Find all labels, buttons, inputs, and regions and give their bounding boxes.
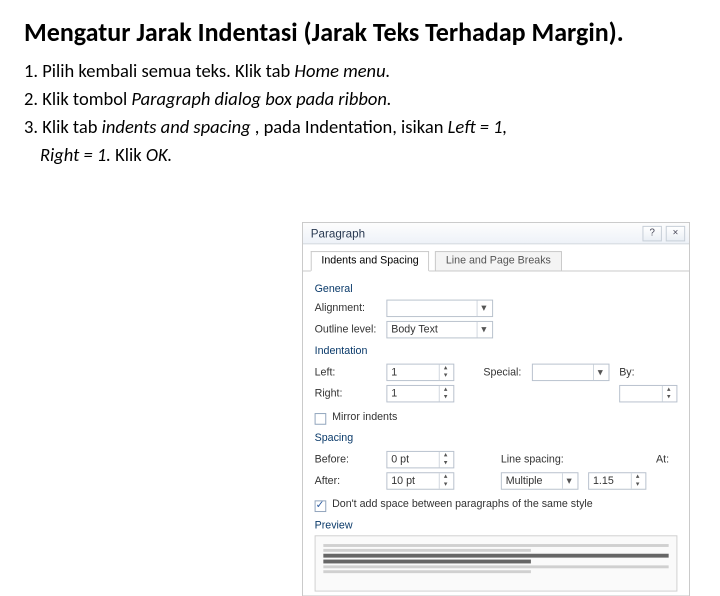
step-3-text-c: Klik: [115, 143, 146, 166]
section-general: General: [315, 283, 678, 295]
left-label: Left:: [315, 367, 387, 379]
chevron-down-icon: ▾: [562, 473, 576, 489]
spinner-icon: ▴▾: [631, 473, 644, 489]
step-3: 3. Klik tab indents and spacing , pada I…: [24, 114, 696, 140]
dont-add-space-checkbox[interactable]: [315, 500, 327, 512]
left-value: 1: [391, 367, 397, 379]
line-spacing-label: Line spacing:: [501, 454, 573, 466]
right-value: 1: [391, 388, 397, 400]
help-button[interactable]: ?: [642, 225, 661, 241]
special-select[interactable]: ▾: [532, 364, 610, 381]
spinner-icon: ▴▾: [439, 386, 452, 402]
outline-value: Body Text: [391, 324, 438, 336]
dialog-tabs: Indents and Spacing Line and Page Breaks: [303, 244, 689, 270]
alignment-select[interactable]: ▾: [386, 300, 493, 317]
step-3-text-b: , pada Indentation, isikan: [255, 115, 448, 138]
dialog-title: Paragraph: [311, 226, 365, 240]
at-spinner[interactable]: 1.15 ▴▾: [588, 472, 646, 489]
spinner-icon: ▴▾: [439, 452, 452, 468]
spinner-icon: ▴▾: [439, 473, 452, 489]
dialog-titlebar: Paragraph ? ×: [303, 223, 689, 244]
step-2-em: Paragraph dialog box pada ribbon.: [131, 87, 391, 110]
mirror-indents-label: Mirror indents: [332, 411, 397, 423]
step-1: 1. Pilih kembali semua teks. Klik tab Ho…: [24, 58, 696, 84]
step-2: 2. Klik tombol Paragraph dialog box pada…: [24, 86, 696, 112]
chevron-down-icon: ▾: [477, 301, 491, 317]
right-label: Right:: [315, 388, 387, 400]
step-3-text-a: 3. Klik tab: [24, 115, 102, 138]
step-2-text: 2. Klik tombol: [24, 87, 131, 110]
section-indentation: Indentation: [315, 345, 678, 357]
after-spinner[interactable]: 10 pt ▴▾: [386, 472, 454, 489]
chevron-down-icon: ▾: [593, 365, 607, 381]
step-3-cont: Right = 1. Klik OK.: [24, 142, 696, 168]
outline-select[interactable]: Body Text ▾: [386, 321, 493, 338]
page-title: Mengatur Jarak Indentasi (Jarak Teks Ter…: [24, 18, 696, 48]
before-label: Before:: [315, 454, 387, 466]
step-3-em-d: OK.: [146, 143, 172, 166]
after-label: After:: [315, 475, 387, 487]
at-label: At:: [656, 454, 677, 466]
right-spinner[interactable]: 1 ▴▾: [386, 385, 454, 402]
tab-line-page-breaks[interactable]: Line and Page Breaks: [435, 251, 561, 271]
step-3-em-c: Right = 1.: [40, 143, 115, 166]
special-label: Special:: [483, 367, 532, 379]
section-preview: Preview: [315, 520, 678, 532]
tab-indents-spacing[interactable]: Indents and Spacing: [311, 251, 430, 271]
left-spinner[interactable]: 1 ▴▾: [386, 364, 454, 381]
at-value: 1.15: [593, 475, 614, 487]
chevron-down-icon: ▾: [477, 322, 491, 338]
step-3-em-a: indents and spacing: [102, 115, 255, 138]
by-spinner[interactable]: ▴▾: [619, 385, 677, 402]
step-1-text: 1. Pilih kembali semua teks. Klik tab: [24, 59, 294, 82]
alignment-label: Alignment:: [315, 303, 387, 315]
line-spacing-value: Multiple: [506, 475, 543, 487]
by-label: By:: [619, 367, 640, 379]
preview-pane: [315, 535, 678, 591]
dont-add-space-label: Don't add space between paragraphs of th…: [332, 498, 593, 510]
before-spinner[interactable]: 0 pt ▴▾: [386, 451, 454, 468]
spinner-icon: ▴▾: [662, 386, 675, 402]
mirror-indents-checkbox[interactable]: [315, 413, 327, 425]
step-1-em: Home menu.: [294, 59, 390, 82]
outline-label: Outline level:: [315, 324, 387, 336]
spinner-icon: ▴▾: [439, 365, 452, 381]
step-3-em-b: Left = 1,: [448, 115, 507, 138]
line-spacing-select[interactable]: Multiple ▾: [501, 472, 579, 489]
after-value: 10 pt: [391, 475, 415, 487]
instruction-steps: 1. Pilih kembali semua teks. Klik tab Ho…: [24, 58, 696, 168]
before-value: 0 pt: [391, 454, 409, 466]
close-button[interactable]: ×: [666, 225, 685, 241]
section-spacing: Spacing: [315, 432, 678, 444]
